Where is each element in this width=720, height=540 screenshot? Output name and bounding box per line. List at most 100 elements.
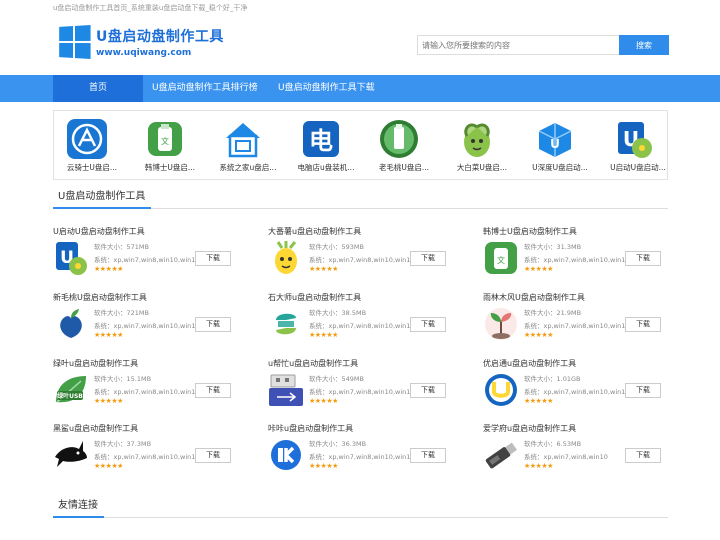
usb-plug-icon[interactable] xyxy=(268,372,304,408)
main-nav: 首页 U盘启动盘制作工具排行榜 U盘启动盘制作工具下载 xyxy=(0,75,720,102)
featured-label: U深度U盘启动... xyxy=(532,163,588,172)
stone-master-icon[interactable] xyxy=(268,306,304,342)
software-name[interactable]: U启动U盘启动盘制作工具 xyxy=(53,226,145,237)
software-name[interactable]: 雨林木风U盘启动盘制作工具 xyxy=(483,292,585,303)
software-size: 软件大小：15.1MB xyxy=(94,375,152,383)
featured-item[interactable]: 电 电脑店u盘装机... xyxy=(288,111,366,179)
software-card: 绿叶u盘启动盘制作工具 绿叶USB 软件大小：15.1MB 系统：xp,win7… xyxy=(53,358,243,416)
software-system: 系统：xp,win7,win8,win10,win11 xyxy=(309,322,415,330)
svg-text:文: 文 xyxy=(161,136,169,146)
software-size: 软件大小：6.53MB xyxy=(524,440,582,448)
software-card: 韩博士U盘启动盘制作工具 文 软件大小：31.3MB 系统：xp,win7,wi… xyxy=(483,226,673,284)
rating-stars: ★★★★★ xyxy=(524,265,553,273)
software-system: 系统：xp,win7,win8,win10,win11 xyxy=(94,256,200,264)
site-logo[interactable]: U盘启动盘制作工具 www.uqiwang.com xyxy=(58,25,224,59)
software-card: 石大师u盘启动盘制作工具 软件大小：38.5MB 系统：xp,win7,win8… xyxy=(268,292,458,350)
logo-subtitle: www.uqiwang.com xyxy=(96,48,192,58)
nav-home[interactable]: 首页 xyxy=(53,75,143,102)
software-system: 系统：xp,win7,win8,win10,win11 xyxy=(94,388,200,396)
rating-stars: ★★★★★ xyxy=(94,265,123,273)
download-button[interactable]: 下载 xyxy=(410,448,446,463)
rating-stars: ★★★★★ xyxy=(309,397,338,405)
software-size: 软件大小：593MB xyxy=(309,243,364,251)
kaka-icon[interactable] xyxy=(268,437,304,473)
featured-item[interactable]: U U启动U盘启动... xyxy=(600,111,667,179)
peach-icon[interactable] xyxy=(53,306,89,342)
download-button[interactable]: 下载 xyxy=(195,251,231,266)
featured-item[interactable]: U U深度U盘启动... xyxy=(522,111,600,179)
software-size: 软件大小：21.9MB xyxy=(524,309,582,317)
featured-item[interactable]: 系统之家u盘启... xyxy=(210,111,288,179)
windows-logo-icon xyxy=(59,25,91,59)
software-name[interactable]: 韩博士U盘启动盘制作工具 xyxy=(483,226,577,237)
nav-ranking[interactable]: U盘启动盘制作工具排行榜 xyxy=(152,75,258,102)
featured-item[interactable]: 文 韩博士U盘启... xyxy=(132,111,210,179)
rating-stars: ★★★★★ xyxy=(524,397,553,405)
black-shark-icon[interactable] xyxy=(53,437,89,473)
computer-shop-icon: 电 xyxy=(303,121,339,157)
software-system: 系统：xp,win7,win8,win10,win11 xyxy=(524,388,630,396)
section-title: 友情连接 xyxy=(53,496,104,518)
featured-item[interactable]: 云骑士U盘启... xyxy=(54,111,132,179)
download-button[interactable]: 下载 xyxy=(625,251,661,266)
rating-stars: ★★★★★ xyxy=(524,462,553,470)
green-leaf-icon[interactable]: 绿叶USB xyxy=(53,372,89,408)
svg-text:绿叶USB: 绿叶USB xyxy=(57,392,83,400)
youqitong-icon[interactable] xyxy=(483,372,519,408)
usb-stick-icon[interactable] xyxy=(483,437,519,473)
search-button[interactable]: 搜索 xyxy=(619,35,669,55)
software-name[interactable]: 黑鲨u盘启动盘制作工具 xyxy=(53,423,138,434)
top-bar-text: u盘启动盘制作工具首页_系统重装u盘启动盘下载_稳个好_干净 xyxy=(53,4,248,12)
search-input[interactable] xyxy=(417,35,619,55)
software-card: 爱学府u盘启动盘制作工具 软件大小：6.53MB 系统：xp,win7,win8… xyxy=(483,423,673,481)
section-header: 友情连接 xyxy=(53,496,668,518)
logo-text: U盘启动盘制作工具 www.uqiwang.com xyxy=(96,26,224,58)
featured-item[interactable]: 老毛桃U盘启... xyxy=(366,111,444,179)
software-name[interactable]: 绿叶u盘启动盘制作工具 xyxy=(53,358,138,369)
u-disc-icon[interactable]: U xyxy=(53,240,89,276)
usb-drive-icon: 文 xyxy=(148,122,182,156)
rating-stars: ★★★★★ xyxy=(309,331,338,339)
download-button[interactable]: 下载 xyxy=(195,448,231,463)
download-button[interactable]: 下载 xyxy=(195,383,231,398)
software-name[interactable]: 爱学府u盘启动盘制作工具 xyxy=(483,423,576,434)
sweet-potato-icon[interactable] xyxy=(268,240,304,276)
download-button[interactable]: 下载 xyxy=(410,383,446,398)
software-system: 系统：xp,win7,win8,win10,win11 xyxy=(309,256,415,264)
software-card: 雨林木风U盘启动盘制作工具 软件大小：21.9MB 系统：xp,win7,win… xyxy=(483,292,673,350)
software-name[interactable]: 咔咔u盘启动盘制作工具 xyxy=(268,423,353,434)
download-button[interactable]: 下载 xyxy=(625,317,661,332)
featured-label: U启动U盘启动... xyxy=(610,163,666,172)
usb-drive-icon[interactable]: 文 xyxy=(483,240,519,276)
software-size: 软件大小：37.3MB xyxy=(94,440,152,448)
nav-download[interactable]: U盘启动盘制作工具下载 xyxy=(278,75,375,102)
download-button[interactable]: 下载 xyxy=(625,448,661,463)
download-button[interactable]: 下载 xyxy=(195,317,231,332)
software-size: 软件大小：31.3MB xyxy=(524,243,582,251)
software-name[interactable]: u帮忙u盘启动盘制作工具 xyxy=(268,358,358,369)
software-system: 系统：xp,win7,win8,win10,win11 xyxy=(309,453,415,461)
download-button[interactable]: 下载 xyxy=(625,383,661,398)
download-button[interactable]: 下载 xyxy=(410,317,446,332)
software-name[interactable]: 优启通u盘启动盘制作工具 xyxy=(483,358,576,369)
software-card: 大番薯u盘启动盘制作工具 软件大小：593MB 系统：xp,win7,win8,… xyxy=(268,226,458,284)
software-name[interactable]: 大番薯u盘启动盘制作工具 xyxy=(268,226,361,237)
software-card: u帮忙u盘启动盘制作工具 软件大小：549MB 系统：xp,win7,win8,… xyxy=(268,358,458,416)
software-card: 新毛桃U盘启动盘制作工具 软件大小：721MB 系统：xp,win7,win8,… xyxy=(53,292,243,350)
software-system: 系统：xp,win7,win8,win10,win11 xyxy=(309,388,415,396)
sprout-icon[interactable] xyxy=(483,306,519,342)
featured-item[interactable]: 大白菜U盘启... xyxy=(444,111,522,179)
svg-text:电: 电 xyxy=(309,127,333,155)
software-system: 系统：xp,win7,win8,win10 xyxy=(524,453,608,461)
download-button[interactable]: 下载 xyxy=(410,251,446,266)
cabbage-icon xyxy=(464,123,490,157)
software-name[interactable]: 石大师u盘启动盘制作工具 xyxy=(268,292,361,303)
featured-label: 老毛桃U盘启... xyxy=(378,163,430,172)
box-icon: U xyxy=(538,123,572,157)
featured-label: 韩博士U盘启... xyxy=(144,163,196,172)
software-name[interactable]: 新毛桃U盘启动盘制作工具 xyxy=(53,292,147,303)
featured-label: 云骑士U盘启... xyxy=(66,163,118,172)
u-disc-icon: U xyxy=(618,122,652,158)
software-size: 软件大小：1.01GB xyxy=(524,375,581,383)
software-size: 软件大小：36.3MB xyxy=(309,440,367,448)
